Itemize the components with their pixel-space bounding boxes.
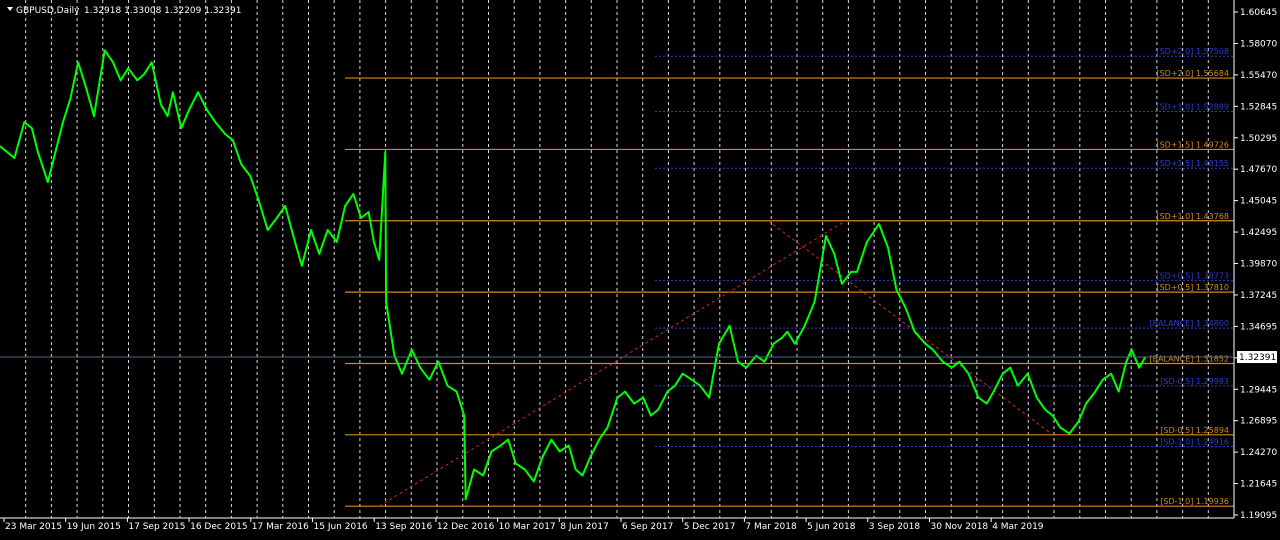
time-axis-label: 23 Mar 2015 xyxy=(5,522,62,532)
time-axis-label: 5 Jun 2018 xyxy=(807,522,856,532)
time-axis-label: 8 Jun 2017 xyxy=(560,522,608,532)
chart-header: GBPUSD,Daily 1.32918 1.33008 1.32209 1.3… xyxy=(7,6,241,16)
price-axis-label: 1.34695 xyxy=(1240,322,1277,332)
level-label: [SD+2.0] 1.55684 xyxy=(1156,69,1229,78)
time-axis-label: 5 Dec 2017 xyxy=(684,522,736,532)
price-axis-label: 1.55470 xyxy=(1240,71,1277,81)
level-label: [SD+1.5] 1.49726 xyxy=(1156,140,1229,149)
time-axis-label: 15 Jun 2016 xyxy=(314,522,368,532)
ohlc-values: 1.32918 1.33008 1.32209 1.32391 xyxy=(84,6,241,16)
level-label: [SD+1.0] 1.52889 xyxy=(1156,103,1229,112)
symbol-title: GBPUSD,Daily xyxy=(16,6,80,16)
price-axis-label: 1.24270 xyxy=(1240,448,1277,458)
price-chart[interactable]: [SD+2.0] 1.57508 [SD+2.0] 1.55684 [SD+1.0]… xyxy=(0,0,1280,536)
level-label: [SD-0.5] 1.25894 xyxy=(1160,426,1229,435)
price-axis-label: 1.26895 xyxy=(1240,417,1277,427)
current-price-label: 1.32391 xyxy=(1239,353,1276,363)
level-label: [SD+1.0] 1.43768 xyxy=(1156,212,1229,221)
time-axis-label: 13 Sep 2016 xyxy=(375,522,432,532)
level-label: [SD+1.5] 1.48155 xyxy=(1156,159,1229,168)
price-axis-label: 1.29445 xyxy=(1240,385,1277,395)
level-label: [SD+0.5] 1.37810 xyxy=(1156,283,1229,292)
time-axis-label: 17 Mar 2016 xyxy=(252,522,309,532)
price-axis-label: 1.21645 xyxy=(1240,480,1277,490)
chart-window[interactable]: [SD+2.0] 1.57508 [SD+2.0] 1.55684 [SD+1.0]… xyxy=(0,0,1280,536)
time-axis-label: 3 Sep 2018 xyxy=(869,522,921,532)
level-label: [SD+2.0] 1.57508 xyxy=(1156,47,1229,56)
price-axis-label: 1.60645 xyxy=(1240,8,1277,18)
level-label: [SD-1.0] 1.19936 xyxy=(1160,497,1229,506)
level-label: [SD-0.5] 1.29983 xyxy=(1160,377,1229,386)
level-label: [SD+0.5] 1.38773 xyxy=(1156,272,1229,281)
time-axis-label: 4 Mar 2019 xyxy=(992,522,1044,532)
price-axis-label: 1.39870 xyxy=(1240,260,1277,270)
time-axis-label: 6 Sep 2017 xyxy=(622,522,673,532)
price-axis-label: 1.50295 xyxy=(1240,134,1277,144)
time-axis-label: 7 Mar 2018 xyxy=(745,522,797,532)
level-label: [SD-1.0] 1.24916 xyxy=(1160,438,1229,447)
price-axis-label: 1.58070 xyxy=(1240,39,1277,49)
time-axis-label: 30 Nov 2018 xyxy=(931,522,989,532)
time-axis-label: 12 Dec 2016 xyxy=(437,522,495,532)
chart-background xyxy=(0,0,1280,536)
time-axis-label: 16 Dec 2015 xyxy=(190,522,248,532)
time-axis-label: 17 Sep 2015 xyxy=(128,522,185,532)
price-axis-label: 1.19095 xyxy=(1240,511,1277,521)
level-label: [BALANCE] 1.34800 xyxy=(1149,319,1229,328)
level-label: [BALANCE] 1.31852 xyxy=(1149,354,1229,363)
price-axis-label: 1.47670 xyxy=(1240,165,1277,175)
price-axis-label: 1.37245 xyxy=(1240,291,1277,301)
time-axis-label: 10 Mar 2017 xyxy=(499,522,556,532)
time-axis-label: 19 Jun 2015 xyxy=(67,522,121,532)
price-axis-label: 1.52845 xyxy=(1240,102,1277,112)
price-axis-label: 1.42495 xyxy=(1240,228,1277,238)
price-axis-label: 1.45045 xyxy=(1240,197,1277,207)
